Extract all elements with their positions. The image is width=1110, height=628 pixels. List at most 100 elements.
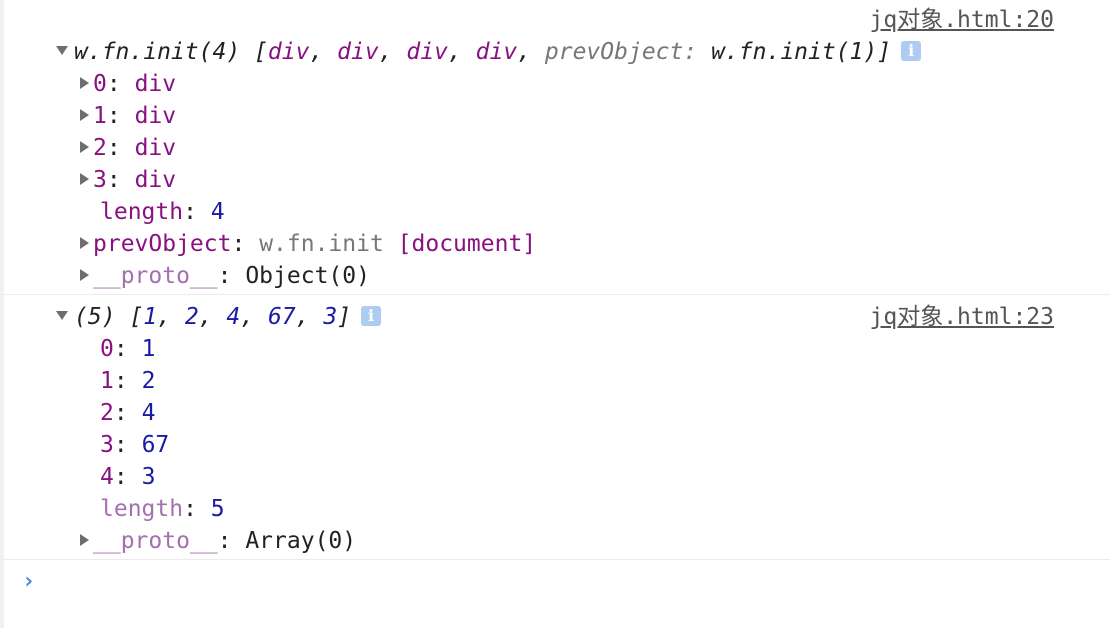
property-value: div — [134, 71, 177, 97]
property-key: __proto__ — [93, 263, 218, 289]
separator: , — [447, 39, 476, 65]
bracket-close: ] — [877, 39, 892, 65]
tree-item[interactable]: 1: div — [0, 100, 1110, 132]
colon: : — [106, 71, 135, 97]
tree-item-length: length: 4 — [0, 196, 1110, 228]
property-key: 2 — [100, 400, 114, 426]
preview-item: div — [337, 39, 379, 65]
separator: , — [309, 39, 338, 65]
preview-item: 1 — [143, 304, 158, 330]
console-message-jquery: jq对象.html:20 w.fn.init(4) [div, div, div… — [0, 0, 1110, 295]
property-constructor: w.fn.init — [259, 231, 384, 257]
property-value: Array(0) — [245, 528, 357, 554]
property-value: 67 — [141, 432, 170, 458]
property-value: 2 — [141, 368, 156, 394]
console-prompt-chevron-icon[interactable]: › — [22, 566, 35, 598]
property-value: 4 — [210, 199, 225, 225]
separator: , — [198, 304, 227, 330]
bracket-open: [ — [129, 304, 144, 330]
tree-item[interactable]: 2: div — [0, 132, 1110, 164]
colon: : — [106, 103, 135, 129]
array-element: 4: 3 — [0, 461, 1110, 493]
property-value: 3 — [141, 464, 156, 490]
separator: , — [240, 304, 268, 330]
preview-item: 2 — [184, 304, 199, 330]
separator: , — [517, 39, 545, 65]
colon: : — [217, 528, 246, 554]
colon: : — [113, 464, 142, 490]
property-value: div — [134, 167, 177, 193]
expand-triangle-down-icon[interactable] — [56, 311, 68, 320]
array-count: (5) — [74, 304, 116, 330]
bracket-close: ] — [337, 304, 352, 330]
colon: : — [106, 135, 135, 161]
property-key: 1 — [93, 103, 107, 129]
preview-prev-value: w.fn.init(1) — [711, 39, 878, 65]
tree-item[interactable]: 3: div — [0, 164, 1110, 196]
preview-prev-key: prevObject — [544, 39, 684, 65]
bracket-open: [ — [254, 39, 268, 65]
property-key: 2 — [93, 135, 107, 161]
source-link-row: jq对象.html:20 — [0, 4, 1110, 36]
preview-item: 4 — [226, 304, 241, 330]
property-key: length — [100, 496, 184, 522]
separator: , — [157, 304, 185, 330]
property-key: length — [100, 199, 184, 225]
info-icon[interactable]: i — [361, 305, 382, 326]
info-icon[interactable]: i — [901, 40, 922, 61]
preview-item: div — [475, 39, 518, 65]
property-value: Object(0) — [245, 263, 370, 289]
property-key: __proto__ — [93, 528, 218, 554]
console-message-array: jq对象.html:23 (5) [1, 2, 4, 67, 3] i 0: 1 … — [0, 295, 1110, 560]
property-key: 1 — [100, 368, 114, 394]
expand-triangle-right-icon[interactable] — [80, 236, 89, 249]
expand-triangle-right-icon[interactable] — [80, 172, 89, 185]
preview-item: div — [406, 39, 448, 65]
object-header[interactable]: w.fn.init(4) [div, div, div, div, prevOb… — [0, 36, 1110, 68]
object-constructor: w.fn.init(4) — [74, 39, 241, 65]
colon: : — [183, 199, 211, 225]
colon: : — [683, 39, 712, 65]
property-key: 0 — [100, 336, 114, 362]
colon: : — [231, 231, 260, 257]
expand-triangle-right-icon[interactable] — [80, 108, 89, 121]
colon: : — [113, 400, 142, 426]
property-key: 0 — [93, 71, 107, 97]
property-value: 5 — [210, 496, 225, 522]
expand-triangle-right-icon[interactable] — [80, 76, 89, 89]
property-key: prevObject — [93, 231, 232, 257]
array-header[interactable]: jq对象.html:23 (5) [1, 2, 4, 67, 3] i — [0, 301, 1110, 333]
property-value: 4 — [141, 400, 156, 426]
property-key: 4 — [100, 464, 114, 490]
expand-triangle-right-icon[interactable] — [80, 268, 89, 281]
separator: , — [378, 39, 407, 65]
colon: : — [106, 167, 135, 193]
array-element: 2: 4 — [0, 397, 1110, 429]
property-value: div — [134, 103, 177, 129]
preview-item: 67 — [267, 304, 296, 330]
colon: : — [113, 336, 142, 362]
tree-item-prevobject[interactable]: prevObject: w.fn.init [document] — [0, 228, 1110, 260]
colon: : — [113, 432, 142, 458]
colon: : — [217, 263, 246, 289]
console-messages: jq对象.html:20 w.fn.init(4) [div, div, div… — [0, 0, 1110, 560]
tree-item[interactable]: 0: div — [0, 68, 1110, 100]
property-key: 3 — [93, 167, 107, 193]
property-key: 3 — [100, 432, 114, 458]
colon: : — [183, 496, 211, 522]
colon: : — [113, 368, 142, 394]
array-length: length: 5 — [0, 493, 1110, 525]
preview-item: 3 — [323, 304, 338, 330]
array-element: 1: 2 — [0, 365, 1110, 397]
expand-triangle-down-icon[interactable] — [56, 46, 68, 55]
source-link[interactable]: jq对象.html:20 — [870, 4, 1054, 36]
array-element: 3: 67 — [0, 429, 1110, 461]
tree-item-proto[interactable]: __proto__: Object(0) — [0, 260, 1110, 292]
expand-triangle-right-icon[interactable] — [80, 533, 89, 546]
tree-item-proto[interactable]: __proto__: Array(0) — [0, 525, 1110, 557]
property-value: [document] — [397, 231, 537, 257]
expand-triangle-right-icon[interactable] — [80, 140, 89, 153]
source-link[interactable]: jq对象.html:23 — [870, 301, 1054, 333]
preview-item: div — [267, 39, 310, 65]
property-value: 1 — [141, 336, 156, 362]
